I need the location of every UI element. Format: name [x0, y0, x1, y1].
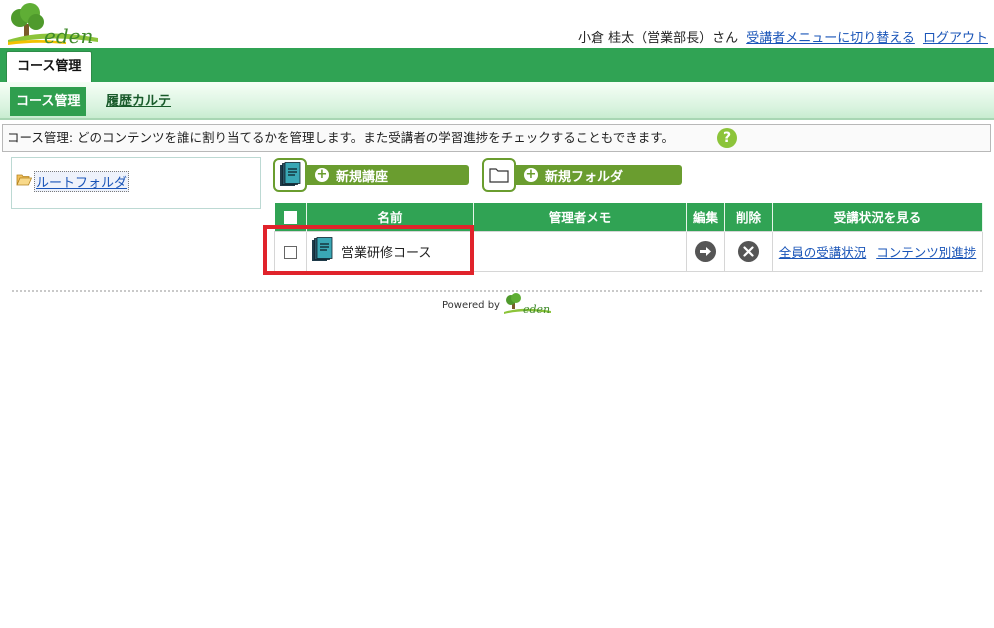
table-header-row: 名前 管理者メモ 編集 削除 受講状況を見る [274, 203, 983, 231]
description-bar: コース管理: どのコンテンツを誰に割り当てるかを管理します。また受講者の学習進捗… [2, 124, 991, 152]
subtab-course-management[interactable]: コース管理 [10, 87, 87, 116]
row-checkbox[interactable] [284, 245, 297, 259]
new-folder-label-wrap: + 新規フォルダ [512, 165, 682, 185]
row-delete-cell [724, 230, 773, 272]
eden-logo: eden [6, 2, 102, 48]
help-icon[interactable]: ? [717, 128, 737, 148]
row-edit-cell [686, 230, 725, 272]
new-course-label-wrap: + 新規講座 [303, 165, 469, 185]
user-area: 小倉 桂太（営業部長）さん 受講者メニューに切り替える ログアウト [578, 27, 988, 46]
main-tab-bar: コース管理 [0, 48, 994, 82]
row-select-cell [274, 230, 307, 272]
plus-icon: + [524, 167, 538, 182]
all-learners-status-link[interactable]: 全員の受講状況 [779, 245, 867, 260]
powered-by-text: Powered by [442, 300, 500, 311]
tree-item-root: ルートフォルダ [16, 171, 130, 192]
header-delete: 削除 [724, 203, 773, 231]
new-course-button[interactable]: + 新規講座 [273, 158, 469, 192]
svg-text:eden: eden [44, 24, 93, 48]
course-table: 名前 管理者メモ 編集 削除 受講状況を見る 営業研修コース 全員の受講状況 コ… [274, 203, 983, 272]
table-row: 営業研修コース 全員の受講状況 コンテンツ別進捗 [274, 230, 983, 272]
content-progress-link[interactable]: コンテンツ別進捗 [876, 245, 976, 260]
course-name[interactable]: 営業研修コース [341, 242, 431, 261]
header-select-all [274, 203, 307, 231]
select-all-checkbox[interactable] [283, 211, 297, 225]
tab-course-management[interactable]: コース管理 [6, 51, 93, 82]
powered-by: Powered by eden [442, 292, 553, 319]
open-folder-icon [16, 173, 33, 190]
edit-arrow-icon[interactable] [695, 240, 716, 262]
row-status-cell: 全員の受講状況 コンテンツ別進捗 [772, 230, 983, 272]
subtab-history-karte[interactable]: 履歴カルテ [106, 87, 171, 116]
course-book-icon [311, 236, 333, 266]
folder-icon [482, 158, 516, 192]
new-folder-button[interactable]: + 新規フォルダ [482, 158, 682, 192]
eden-small-logo: eden [503, 292, 553, 319]
course-book-icon [273, 158, 307, 192]
sub-tab-bar: コース管理 履歴カルテ [0, 82, 994, 120]
root-folder-link[interactable]: ルートフォルダ [34, 171, 130, 192]
delete-x-icon[interactable] [738, 240, 759, 262]
new-course-label: 新規講座 [336, 169, 389, 185]
new-folder-label: 新規フォルダ [545, 169, 624, 185]
svg-text:eden: eden [523, 303, 550, 316]
row-name-cell: 営業研修コース [306, 230, 474, 272]
user-name: 小倉 桂太（営業部長）さん [577, 31, 739, 46]
switch-to-learner-link[interactable]: 受講者メニューに切り替える [746, 31, 915, 46]
row-memo-cell [473, 230, 687, 272]
logout-link[interactable]: ログアウト [923, 31, 988, 46]
plus-icon: + [315, 167, 329, 182]
header-edit: 編集 [686, 203, 725, 231]
description-text: コース管理: どのコンテンツを誰に割り当てるかを管理します。また受講者の学習進捗… [7, 130, 675, 145]
header-view-status: 受講状況を見る [772, 203, 983, 231]
header-admin-memo: 管理者メモ [473, 203, 687, 231]
header-name: 名前 [306, 203, 474, 231]
folder-tree: ルートフォルダ [11, 157, 261, 209]
